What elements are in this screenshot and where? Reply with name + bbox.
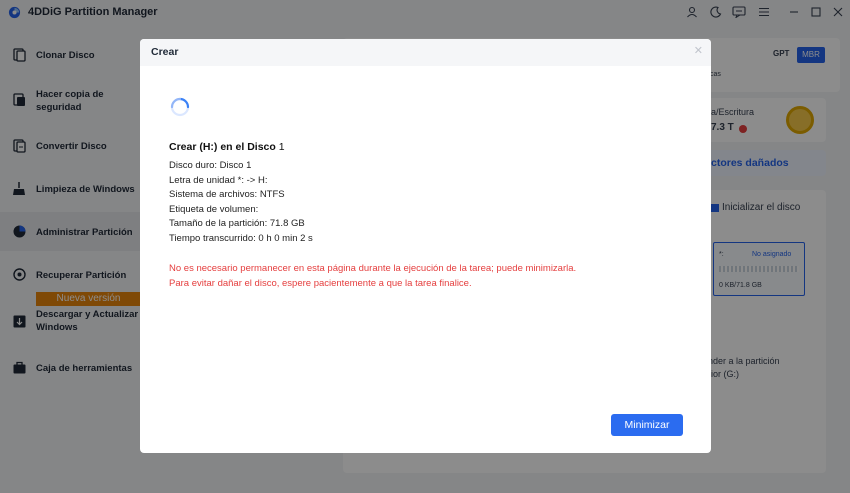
loading-spinner-icon [170,97,190,117]
minimize-button[interactable]: Minimizar [611,414,683,436]
info-line-elapsed: Tiempo transcurrido: 0 h 0 min 2 s [169,232,313,244]
close-icon[interactable]: ✕ [694,44,703,57]
dialog-title: Crear [151,46,179,58]
heading-bold: Disco [247,141,276,153]
heading-suffix: 1 [275,141,285,153]
warning-message: No es necesario permanecer en esta págin… [169,262,576,291]
info-line-filesystem: Sistema de archivos: NTFS [169,189,285,201]
dialog-header: Crear ✕ [140,39,711,66]
info-line-disk: Disco duro: Disco 1 [169,160,252,171]
task-heading: Crear (H:) en el Disco 1 [169,141,285,153]
info-line-size: Tamaño de la partición: 71.8 GB [169,218,305,230]
info-line-drive-letter: Letra de unidad *: -> H: [169,174,268,186]
info-line-volume-label: Etiqueta de volumen: [169,203,259,215]
task-details: Disco duro: Disco 1 Letra de unidad *: -… [169,159,313,247]
create-dialog: Crear ✕ Crear (H:) en el Disco 1 Disco d… [140,39,711,453]
heading-prefix: Crear (H:) en el [169,141,248,153]
warning-line: Para evitar dañar el disco, espere pacie… [169,277,472,289]
warning-line: No es necesario permanecer en esta págin… [169,263,577,274]
